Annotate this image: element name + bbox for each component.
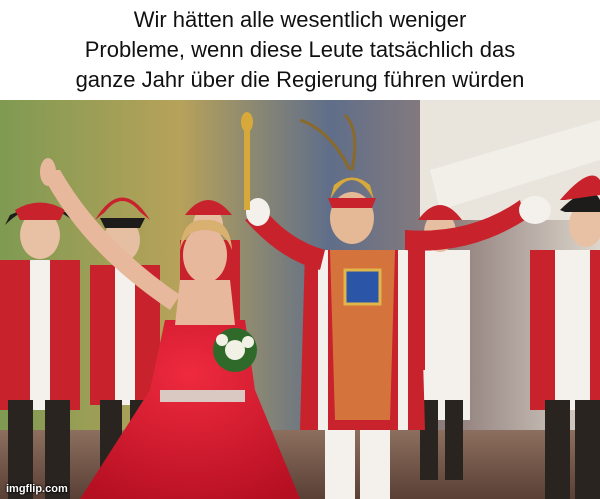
coat-of-arms bbox=[345, 270, 380, 304]
belt bbox=[160, 390, 245, 402]
carnival-photo: imgflip.com bbox=[0, 100, 600, 499]
scepter bbox=[244, 120, 250, 210]
caption-line-3: ganze Jahr über die Regierung führen wür… bbox=[75, 67, 525, 92]
meme-caption: Wir hätten alle wesentlich weniger Probl… bbox=[0, 0, 600, 100]
imgflip-watermark: imgflip.com bbox=[6, 483, 68, 495]
caption-line-2: Probleme, wenn diese Leute tatsächlich d… bbox=[84, 37, 516, 62]
carnival-scene bbox=[0, 100, 600, 499]
caption-line-1: Wir hätten alle wesentlich weniger bbox=[133, 7, 467, 32]
